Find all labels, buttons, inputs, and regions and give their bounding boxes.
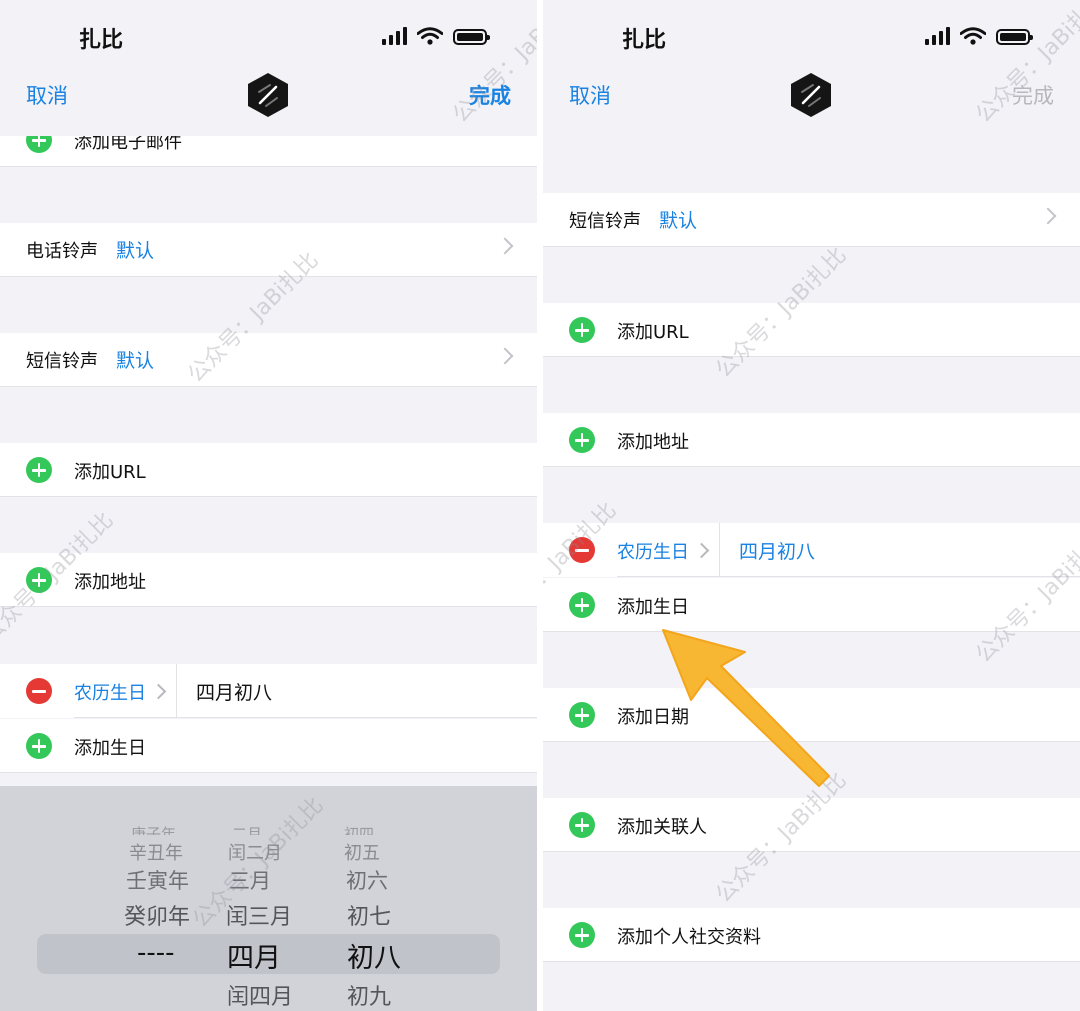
carrier-name: 扎比 bbox=[79, 28, 124, 53]
lunar-date-picker[interactable]: 庚子年 辛丑年 壬寅年 癸卯年 ---- 二月 闰二月 三月 闰三月 四月 闰四… bbox=[0, 786, 537, 1011]
call-ringtone-value: 默认 bbox=[116, 240, 155, 262]
right-panel: 扎比 取消 完成 短信铃声 默认 添加URL 添加地址 农历生日 四月初八 添加… bbox=[543, 0, 1080, 1011]
add-url-label: 添加URL bbox=[74, 462, 146, 483]
add-icon bbox=[26, 733, 52, 759]
lunar-birthday-value[interactable]: 四月初八 bbox=[739, 537, 815, 564]
status-icons bbox=[925, 27, 1033, 45]
status-bar: 扎比 bbox=[0, 0, 537, 72]
chevron-right-icon bbox=[496, 237, 514, 255]
add-icon bbox=[569, 317, 595, 343]
chevron-right-icon bbox=[150, 683, 167, 700]
picker-day-item[interactable]: 初五 bbox=[344, 839, 380, 865]
picker-day-item[interactable]: 初七 bbox=[347, 899, 391, 931]
add-url-row[interactable]: 添加URL bbox=[543, 303, 1080, 357]
add-social-profile-row[interactable]: 添加个人社交资料 bbox=[543, 908, 1080, 962]
lunar-birthday-row[interactable]: 农历生日 四月初八 bbox=[543, 523, 1080, 577]
nav-bar: 取消 完成 bbox=[0, 72, 537, 136]
add-address-label: 添加地址 bbox=[617, 432, 689, 453]
add-related-name-label: 添加关联人 bbox=[617, 817, 707, 838]
chevron-right-icon bbox=[496, 347, 514, 365]
add-icon bbox=[26, 457, 52, 483]
picker-year-item[interactable]: 癸卯年 bbox=[124, 899, 190, 931]
picker-month-selected[interactable]: 四月 bbox=[227, 936, 281, 975]
wifi-icon bbox=[417, 27, 443, 45]
picker-month-item[interactable]: 闰三月 bbox=[226, 899, 292, 931]
done-button[interactable]: 完成 bbox=[1012, 80, 1054, 110]
add-icon bbox=[569, 427, 595, 453]
picker-month-item[interactable]: 二月 bbox=[232, 823, 262, 835]
cellular-signal-icon bbox=[925, 27, 950, 45]
add-url-label: 添加URL bbox=[617, 322, 689, 343]
chevron-right-icon bbox=[1039, 207, 1057, 225]
done-button[interactable]: 完成 bbox=[469, 80, 511, 110]
add-icon bbox=[26, 567, 52, 593]
add-address-row[interactable]: 添加地址 bbox=[543, 413, 1080, 467]
picker-month-item[interactable]: 闰二月 bbox=[228, 839, 282, 865]
lunar-birthday-value[interactable]: 四月初八 bbox=[196, 678, 272, 705]
call-ringtone-row[interactable]: 电话铃声 默认 bbox=[0, 223, 537, 277]
screenshot-stage: 扎比 取消 完成 添加电子邮件 电话铃声 默认 短信铃声 默认 添加URL 添加… bbox=[0, 0, 1080, 1011]
picker-day-item[interactable]: 初九 bbox=[347, 979, 391, 1011]
lunar-birthday-label[interactable]: 农历生日 bbox=[74, 679, 146, 705]
add-birthday-label: 添加生日 bbox=[617, 597, 689, 618]
picker-year-selected[interactable]: ---- bbox=[137, 938, 175, 968]
text-ringtone-label: 短信铃声 bbox=[569, 211, 641, 232]
add-social-profile-label: 添加个人社交资料 bbox=[617, 927, 761, 948]
nav-bar: 取消 完成 bbox=[543, 72, 1080, 136]
cellular-signal-icon bbox=[382, 27, 407, 45]
cancel-button[interactable]: 取消 bbox=[569, 80, 611, 110]
field-divider bbox=[176, 664, 177, 718]
picker-day-item[interactable]: 初四 bbox=[344, 823, 374, 835]
picker-day-item[interactable]: 初六 bbox=[346, 865, 388, 895]
chevron-right-icon bbox=[693, 542, 710, 559]
picker-month-item[interactable]: 三月 bbox=[229, 865, 271, 895]
picker-month-item[interactable]: 闰四月 bbox=[227, 979, 293, 1011]
picker-year-item[interactable]: 壬寅年 bbox=[126, 865, 189, 895]
add-address-row[interactable]: 添加地址 bbox=[0, 553, 537, 607]
add-icon bbox=[569, 592, 595, 618]
add-related-name-row[interactable]: 添加关联人 bbox=[543, 798, 1080, 852]
field-divider bbox=[719, 523, 720, 577]
add-birthday-row[interactable]: 添加生日 bbox=[0, 719, 537, 773]
status-icons bbox=[382, 27, 490, 45]
wifi-icon bbox=[960, 27, 986, 45]
text-ringtone-label: 短信铃声 bbox=[26, 351, 98, 372]
cancel-button[interactable]: 取消 bbox=[26, 80, 68, 110]
picker-year-item[interactable]: 庚子年 bbox=[131, 823, 176, 835]
add-icon bbox=[569, 922, 595, 948]
add-url-row[interactable]: 添加URL bbox=[0, 443, 537, 497]
annotation-arrow-icon bbox=[662, 629, 830, 787]
lunar-birthday-row[interactable]: 农历生日 四月初八 bbox=[0, 664, 537, 718]
remove-icon[interactable] bbox=[26, 678, 52, 704]
add-address-label: 添加地址 bbox=[74, 572, 146, 593]
carrier-name: 扎比 bbox=[622, 28, 667, 53]
add-icon bbox=[569, 812, 595, 838]
call-ringtone-label: 电话铃声 bbox=[26, 241, 98, 262]
left-panel: 扎比 取消 完成 添加电子邮件 电话铃声 默认 短信铃声 默认 添加URL 添加… bbox=[0, 0, 537, 1011]
battery-icon bbox=[453, 29, 490, 45]
add-birthday-label: 添加生日 bbox=[74, 738, 146, 759]
remove-icon[interactable] bbox=[569, 537, 595, 563]
picker-day-selected[interactable]: 初八 bbox=[347, 936, 401, 975]
battery-icon bbox=[996, 29, 1033, 45]
text-ringtone-value: 默认 bbox=[116, 350, 155, 372]
status-bar: 扎比 bbox=[543, 0, 1080, 72]
picker-year-item[interactable]: 辛丑年 bbox=[129, 839, 183, 865]
lunar-birthday-label[interactable]: 农历生日 bbox=[617, 538, 689, 564]
contact-logo-icon bbox=[791, 73, 831, 117]
text-ringtone-row[interactable]: 短信铃声 默认 bbox=[543, 193, 1080, 247]
text-ringtone-row[interactable]: 短信铃声 默认 bbox=[0, 333, 537, 387]
text-ringtone-value: 默认 bbox=[659, 210, 698, 232]
add-icon bbox=[569, 702, 595, 728]
contact-logo-icon bbox=[248, 73, 288, 117]
